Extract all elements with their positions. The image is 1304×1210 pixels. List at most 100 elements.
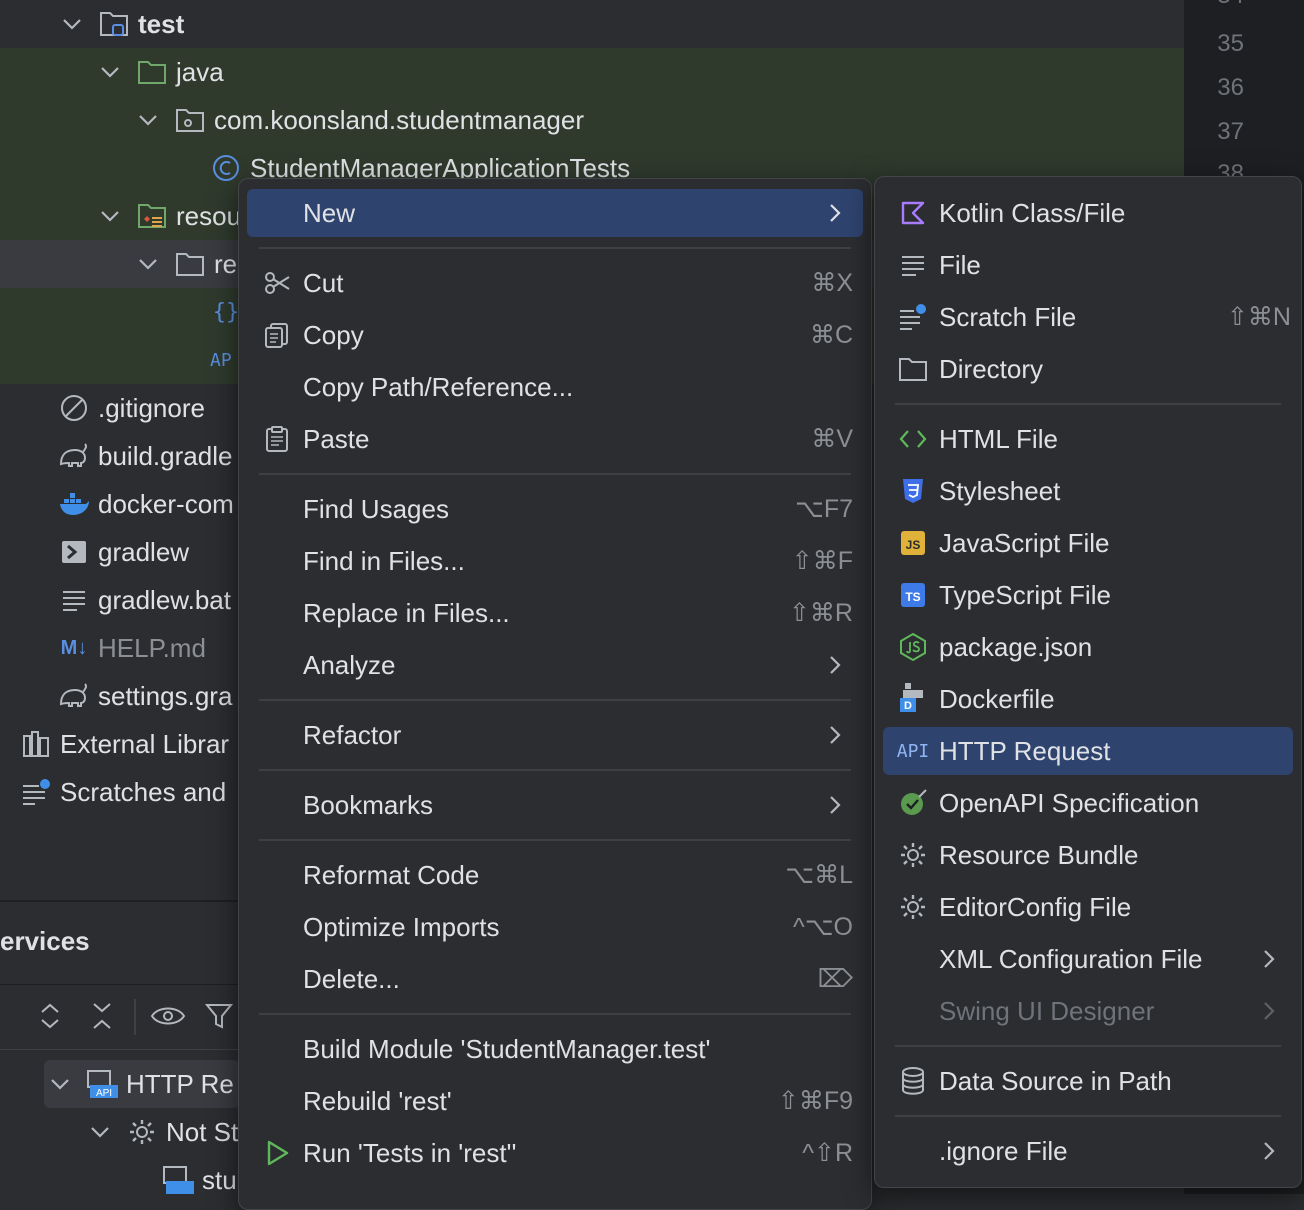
- submenu-item-scratch-file[interactable]: Scratch File ⇧⌘N: [883, 293, 1293, 341]
- submenu-item-package-json[interactable]: package.json: [883, 623, 1293, 671]
- menu-item-rebuild[interactable]: Rebuild 'rest' ⇧⌘F9: [247, 1077, 863, 1125]
- menu-item-run-tests[interactable]: Run 'Tests in 'rest'' ^⇧R: [247, 1129, 863, 1177]
- submenu-item-swing-ui-designer: Swing UI Designer: [883, 987, 1293, 1035]
- menu-item-paste[interactable]: Paste ⌘V: [247, 415, 863, 463]
- menu-item-bookmarks[interactable]: Bookmarks: [247, 781, 863, 829]
- tree-label: Not St: [166, 1116, 239, 1147]
- chevron-down-icon[interactable]: [60, 12, 84, 36]
- run-icon: [261, 1137, 293, 1169]
- chevron-right-icon: [1263, 947, 1277, 971]
- scratches-icon: [20, 776, 52, 808]
- menu-separator: [259, 1013, 851, 1015]
- tree-node-settings-gradle[interactable]: settings.gra: [0, 672, 232, 720]
- menu-item-build-module[interactable]: Build Module 'StudentManager.test': [247, 1025, 863, 1073]
- tree-label: HELP.md: [98, 632, 206, 663]
- menu-item-reformat-code[interactable]: Reformat Code ⌥⌘L: [247, 851, 863, 899]
- submenu-item-javascript-file[interactable]: JS JavaScript File: [883, 519, 1293, 567]
- submenu-item-directory[interactable]: Directory: [883, 345, 1293, 393]
- http-api-icon: [162, 1164, 194, 1196]
- chevron-down-icon[interactable]: [98, 60, 122, 84]
- tree-node-scratches[interactable]: Scratches and: [0, 768, 226, 816]
- line-number: 35: [1217, 30, 1244, 57]
- tree-node-build-gradle[interactable]: build.gradle: [0, 432, 232, 480]
- ignore-icon: [58, 392, 90, 424]
- submenu-item-typescript-file[interactable]: TS TypeScript File: [883, 571, 1293, 619]
- package-icon: [174, 104, 206, 136]
- expand-all-icon[interactable]: [36, 1001, 64, 1031]
- shell-script-icon: [58, 536, 90, 568]
- menu-item-replace-in-files[interactable]: Replace in Files... ⇧⌘R: [247, 589, 863, 637]
- dockerfile-badge-text: D: [904, 700, 912, 712]
- tree-label: Scratches and: [60, 776, 227, 807]
- eye-icon[interactable]: [150, 1003, 186, 1029]
- menu-separator: [259, 839, 851, 841]
- submenu-item-xml-config[interactable]: XML Configuration File: [883, 935, 1293, 983]
- api-icon: API: [896, 740, 930, 762]
- chevron-right-icon: [829, 653, 843, 677]
- collapse-all-icon[interactable]: [88, 1001, 116, 1031]
- tree-node-test[interactable]: test: [0, 0, 1184, 48]
- chevron-down-icon[interactable]: [136, 252, 160, 276]
- text-file-icon: [58, 584, 90, 616]
- tree-label: com.koonsland.studentmanager: [214, 104, 585, 135]
- tree-node-java[interactable]: java: [0, 48, 1184, 96]
- javascript-icon: JS: [897, 527, 929, 559]
- menu-item-copy[interactable]: Copy ⌘C: [247, 311, 863, 359]
- ts-badge-text: TS: [905, 590, 920, 604]
- submenu-item-resource-bundle[interactable]: Resource Bundle: [883, 831, 1293, 879]
- chevron-down-icon[interactable]: [48, 1072, 72, 1096]
- menu-item-cut[interactable]: Cut ⌘X: [247, 259, 863, 307]
- folder-icon: [174, 248, 206, 280]
- chevron-right-icon: [829, 723, 843, 747]
- tree-label: gradlew.bat: [98, 584, 231, 615]
- scissors-icon: [261, 267, 293, 299]
- chevron-down-icon[interactable]: [98, 204, 122, 228]
- tree-label: resou: [176, 200, 242, 231]
- line-number: 34: [1217, 0, 1244, 10]
- submenu-item-dockerfile[interactable]: D Dockerfile: [883, 675, 1293, 723]
- tree-node-gitignore[interactable]: .gitignore: [0, 384, 205, 432]
- submenu-item-ignore-file[interactable]: .ignore File: [883, 1127, 1293, 1175]
- submenu-item-html-file[interactable]: HTML File: [883, 415, 1293, 463]
- menu-item-copy-path[interactable]: Copy Path/Reference...: [247, 363, 863, 411]
- menu-item-refactor[interactable]: Refactor: [247, 711, 863, 759]
- new-submenu: Kotlin Class/File File Scratch File ⇧⌘N …: [874, 176, 1302, 1188]
- tree-node-gradlew-bat[interactable]: gradlew.bat: [0, 576, 231, 624]
- tree-node-help-md[interactable]: M↓ HELP.md: [0, 624, 206, 672]
- tree-node-package[interactable]: com.koonsland.studentmanager: [0, 96, 1184, 144]
- tree-label: settings.gra: [98, 680, 233, 711]
- menu-item-find-in-files[interactable]: Find in Files... ⇧⌘F: [247, 537, 863, 585]
- services-node-http-requests[interactable]: API HTTP Re: [44, 1060, 240, 1108]
- submenu-item-openapi-spec[interactable]: OpenAPI Specification: [883, 779, 1293, 827]
- clipboard-icon: [261, 423, 293, 455]
- tree-node-external-libraries[interactable]: External Librar: [0, 720, 229, 768]
- menu-item-delete[interactable]: Delete... ⌦: [247, 955, 863, 1003]
- tree-node-gradlew[interactable]: gradlew: [0, 528, 189, 576]
- filter-icon[interactable]: [204, 1001, 234, 1031]
- submenu-item-file[interactable]: File: [883, 241, 1293, 289]
- tree-node-docker-compose[interactable]: docker-com: [0, 480, 234, 528]
- menu-item-new[interactable]: New: [247, 189, 863, 237]
- submenu-item-kotlin-class[interactable]: Kotlin Class/File: [883, 189, 1293, 237]
- menu-item-optimize-imports[interactable]: Optimize Imports ^⌥O: [247, 903, 863, 951]
- submenu-item-http-request[interactable]: API HTTP Request: [883, 727, 1293, 775]
- submenu-item-stylesheet[interactable]: Stylesheet: [883, 467, 1293, 515]
- menu-item-analyze[interactable]: Analyze: [247, 641, 863, 689]
- gear-icon: [897, 839, 929, 871]
- services-node-request-file[interactable]: stu: [162, 1156, 237, 1204]
- chevron-right-icon: [829, 793, 843, 817]
- menu-separator: [895, 403, 1281, 405]
- chevron-down-icon[interactable]: [136, 108, 160, 132]
- class-icon: [210, 152, 242, 184]
- chevron-right-icon: [1263, 999, 1277, 1023]
- test-folder-icon: [98, 8, 130, 40]
- library-icon: [20, 728, 52, 760]
- menu-item-find-usages[interactable]: Find Usages ⌥F7: [247, 485, 863, 533]
- submenu-item-data-source[interactable]: Data Source in Path: [883, 1057, 1293, 1105]
- chevron-right-icon: [1263, 1139, 1277, 1163]
- services-toolbar: [0, 984, 240, 1050]
- typescript-icon: TS: [897, 579, 929, 611]
- submenu-item-editorconfig[interactable]: EditorConfig File: [883, 883, 1293, 931]
- chevron-down-icon[interactable]: [88, 1120, 112, 1144]
- services-node-not-started[interactable]: Not St: [88, 1108, 238, 1156]
